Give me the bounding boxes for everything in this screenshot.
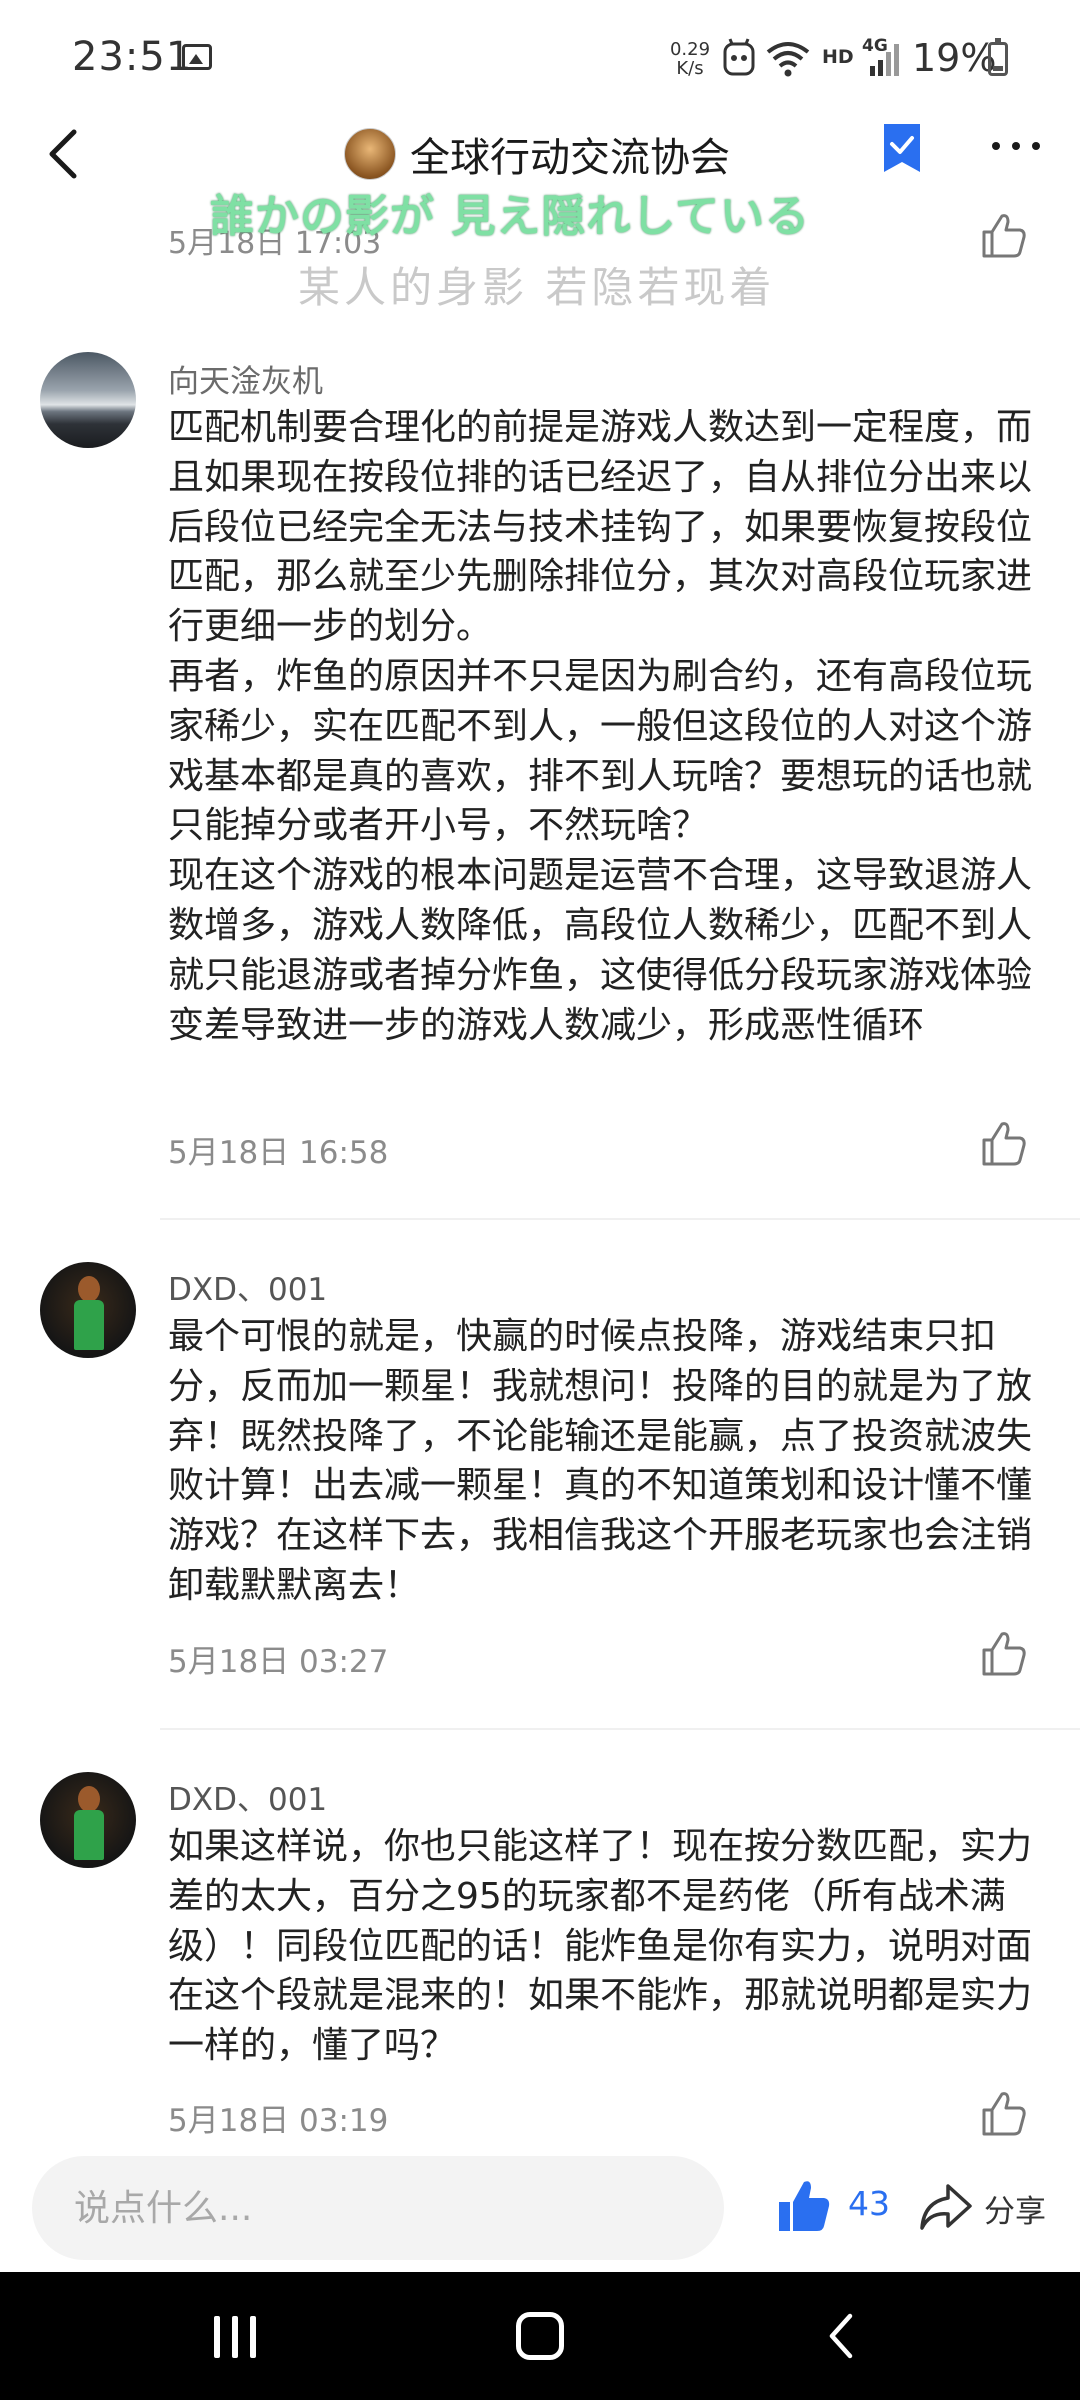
divider: [160, 1728, 1080, 1730]
comment-date: 5月18日 16:58: [168, 1135, 389, 1171]
like-post-button[interactable]: [776, 2178, 832, 2234]
comment-username[interactable]: 向天淦灰机: [168, 356, 323, 401]
network-speed-unit: K/s: [676, 58, 704, 79]
comment-text: 最个可恨的就是，快赢的时候点投降，游戏结束只扣分，反而加一颗星！我就想问！投降的…: [168, 1316, 1033, 1606]
app-notification-icon: [723, 38, 755, 76]
comment-text: 匹配机制要合理化的前提是游戏人数达到一定程度，而且如果现在按段位排的话已经迟了，…: [168, 407, 1033, 1046]
comment-username[interactable]: DXD、001: [168, 1264, 327, 1309]
lyric-japanese: 誰かの影が 見え隠れしている: [210, 191, 810, 242]
system-navigation-bar: [0, 2272, 1080, 2400]
group-title[interactable]: 全球行动交流协会: [344, 122, 730, 186]
group-name: 全球行动交流协会: [410, 135, 730, 181]
lyric-chinese: 某人的身影 若隐若现着: [298, 263, 776, 312]
comment-username[interactable]: DXD、001: [168, 1774, 327, 1819]
home-button[interactable]: [516, 2312, 564, 2360]
network-speed-value: 0.29: [669, 39, 711, 60]
bottom-action-bar: 43 分享: [0, 2142, 1080, 2272]
comment-date: 5月18日 03:27: [168, 1644, 389, 1680]
wifi-icon: [766, 42, 810, 77]
share-icon[interactable]: [918, 2178, 974, 2234]
like-count: 43: [848, 2184, 890, 2223]
recent-apps-button[interactable]: [214, 2316, 258, 2358]
share-button[interactable]: 分享: [984, 2186, 1046, 2231]
network-speed: 0.29 K/s: [668, 40, 712, 78]
group-avatar: [344, 128, 396, 180]
hd-label: HD: [822, 46, 854, 68]
comment-text: 如果这样说，你也只能这样了！现在按分数匹配，实力差的太大，百分之95的玩家都不是…: [168, 1826, 1033, 2067]
user-avatar[interactable]: [40, 1772, 136, 1868]
divider: [160, 1218, 1080, 1220]
partial-comment-like-icon[interactable]: [978, 210, 1028, 260]
battery-icon: [988, 38, 1008, 76]
comment-date: 5月18日 03:19: [168, 2103, 389, 2139]
user-avatar[interactable]: [40, 1262, 136, 1358]
system-back-button[interactable]: [822, 2310, 862, 2362]
battery-percent: 19%: [912, 36, 997, 80]
app-screen: 23:51 0.29 K/s HD 4G 19% 全球行动交流协会 5月18日 …: [0, 0, 1080, 2400]
status-bar: 23:51 0.29 K/s HD 4G 19%: [0, 0, 1080, 120]
like-icon[interactable]: [978, 1628, 1028, 1678]
more-options-button[interactable]: [992, 134, 1042, 158]
like-icon[interactable]: [978, 1118, 1028, 1168]
bookmark-button[interactable]: [882, 122, 922, 174]
back-button[interactable]: [38, 120, 98, 190]
like-icon[interactable]: [978, 2088, 1028, 2138]
image-notification-icon: [182, 44, 212, 70]
status-time: 23:51: [72, 34, 193, 80]
user-avatar[interactable]: [40, 352, 136, 448]
signal-icon: [870, 44, 899, 76]
battery-level: [993, 66, 1003, 71]
comment-input[interactable]: [32, 2156, 724, 2260]
